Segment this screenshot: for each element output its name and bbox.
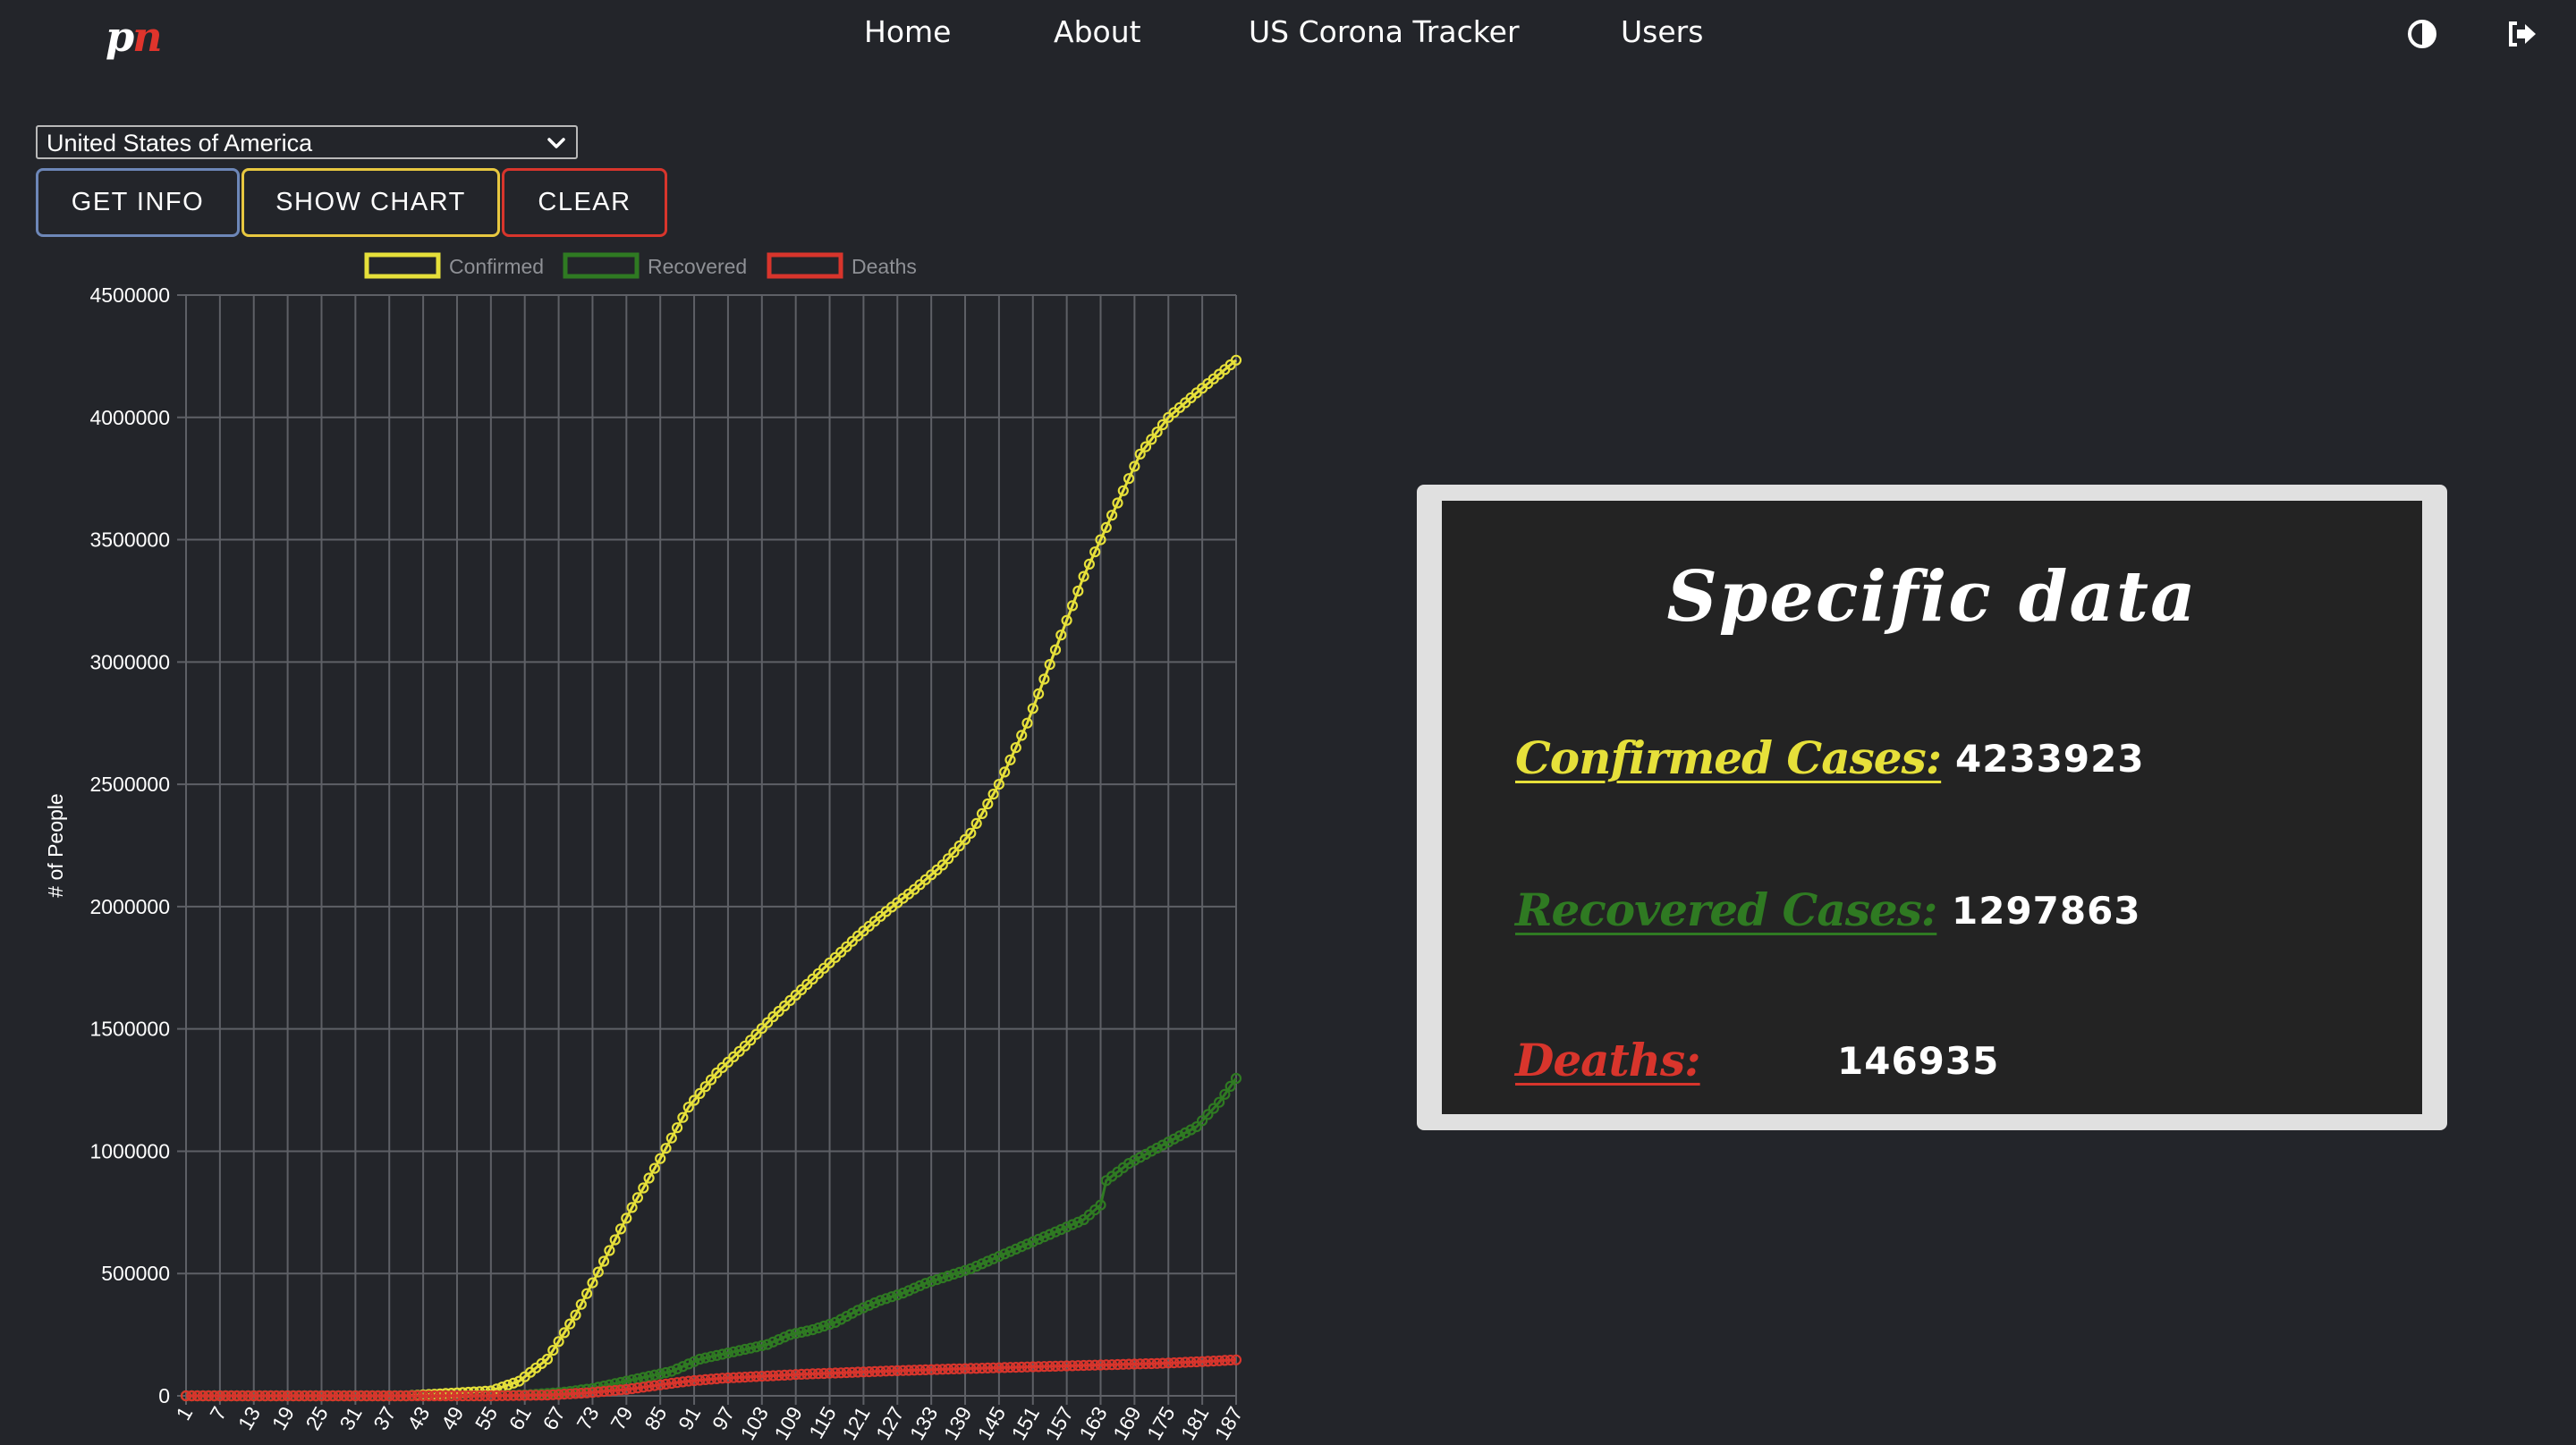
legend-swatch-deaths (767, 252, 843, 279)
logo-letter-n: n (132, 13, 162, 61)
x-tick-label: 163 (1074, 1403, 1112, 1444)
get-info-label: GET INFO (71, 188, 205, 216)
x-tick-label: 25 (301, 1403, 333, 1434)
legend-swatch-confirmed (364, 252, 441, 279)
y-tick-label: 500000 (101, 1262, 170, 1285)
deaths-label: Deaths: (1515, 1034, 1701, 1086)
nav-link-users[interactable]: Users (1621, 14, 1703, 49)
x-tick-label: 103 (735, 1403, 773, 1444)
legend-label-deaths: Deaths (852, 255, 917, 278)
get-info-button[interactable]: GET INFO (36, 168, 240, 237)
confirmed-cases-label: Confirmed Cases: (1515, 731, 1942, 784)
y-tick-label: 1000000 (89, 1139, 170, 1162)
legend-label-recovered: Recovered (648, 255, 747, 278)
x-tick-label: 7 (205, 1403, 231, 1424)
x-tick-label: 145 (973, 1403, 1011, 1444)
x-tick-label: 139 (939, 1403, 977, 1444)
x-tick-label: 157 (1040, 1403, 1078, 1444)
y-tick-label: 4500000 (89, 283, 170, 307)
x-tick-label: 151 (1006, 1403, 1044, 1444)
x-tick-label: 55 (470, 1403, 502, 1434)
legend-label-confirmed: Confirmed (449, 255, 544, 278)
x-tick-label: 37 (369, 1403, 400, 1434)
x-tick-label: 187 (1210, 1403, 1248, 1444)
nav-link-about[interactable]: About (1054, 14, 1141, 49)
x-tick-label: 67 (538, 1403, 570, 1434)
x-tick-label: 169 (1108, 1403, 1146, 1444)
show-chart-button[interactable]: SHOW CHART (242, 168, 500, 237)
logout-icon[interactable] (2504, 16, 2540, 52)
x-tick-label: 61 (504, 1403, 536, 1434)
y-tick-label: 0 (158, 1384, 170, 1407)
country-select-value: United States of America (47, 130, 313, 156)
nav-link-us-corona-tracker[interactable]: US Corona Tracker (1249, 14, 1520, 49)
x-tick-label: 109 (769, 1403, 807, 1444)
recovered-cases-value: 1297863 (1952, 889, 2141, 933)
specific-data-card: Specific data Confirmed Cases: 4233923 R… (1417, 485, 2447, 1130)
x-tick-label: 13 (233, 1403, 265, 1434)
x-tick-label: 115 (804, 1403, 841, 1443)
confirmed-cases-value: 4233923 (1955, 737, 2145, 781)
logo-letter-p: p (106, 13, 134, 61)
x-tick-label: 133 (905, 1403, 943, 1444)
clear-label: CLEAR (538, 188, 631, 216)
cases-line-chart: 0 500000 1000000 1500000 2000000 2500000 30000… (0, 241, 1279, 1445)
x-tick-label: 121 (837, 1403, 875, 1444)
y-axis-title: # of People (44, 793, 67, 897)
y-tick-label: 3000000 (89, 650, 170, 673)
x-tick-label: 49 (436, 1403, 468, 1434)
y-tick-label: 2500000 (89, 773, 170, 796)
deaths-value: 146935 (1837, 1039, 2000, 1083)
x-tick-label: 19 (267, 1403, 299, 1434)
y-tick-label: 1500000 (89, 1018, 170, 1041)
x-tick-label: 79 (606, 1403, 637, 1434)
theme-toggle-icon[interactable] (2404, 16, 2440, 52)
x-tick-label: 181 (1176, 1403, 1214, 1444)
x-tick-label: 97 (708, 1403, 739, 1434)
x-tick-label: 91 (674, 1403, 705, 1434)
navbar: pn Home About US Corona Tracker Users (0, 0, 2576, 70)
recovered-cases-label: Recovered Cases: (1515, 883, 1937, 936)
x-tick-label: 43 (402, 1403, 434, 1434)
x-tick-label: 127 (871, 1403, 909, 1444)
brand-logo[interactable]: pn (106, 13, 163, 61)
nav-link-home[interactable]: Home (864, 14, 951, 49)
x-tick-label: 73 (572, 1403, 603, 1434)
y-tick-label: 4000000 (89, 406, 170, 429)
clear-button[interactable]: CLEAR (502, 168, 667, 237)
y-tick-label: 3500000 (89, 528, 170, 552)
card-title: Specific data (1666, 556, 2198, 638)
x-tick-label: 1 (171, 1403, 197, 1424)
x-tick-label: 175 (1142, 1403, 1180, 1444)
specific-data-card-body: Specific data Confirmed Cases: 4233923 R… (1442, 501, 2422, 1114)
y-tick-label: 2000000 (89, 895, 170, 918)
legend-swatch-recovered (563, 252, 640, 279)
chevron-down-icon (547, 138, 565, 148)
country-select[interactable]: United States of America (36, 125, 578, 159)
plot-area (186, 295, 1236, 1396)
show-chart-label: SHOW CHART (275, 188, 466, 216)
chart-canvas: 0 500000 1000000 1500000 2000000 2500000 30000… (44, 252, 1248, 1444)
x-tick-label: 85 (640, 1403, 671, 1434)
x-tick-label: 31 (335, 1403, 366, 1434)
